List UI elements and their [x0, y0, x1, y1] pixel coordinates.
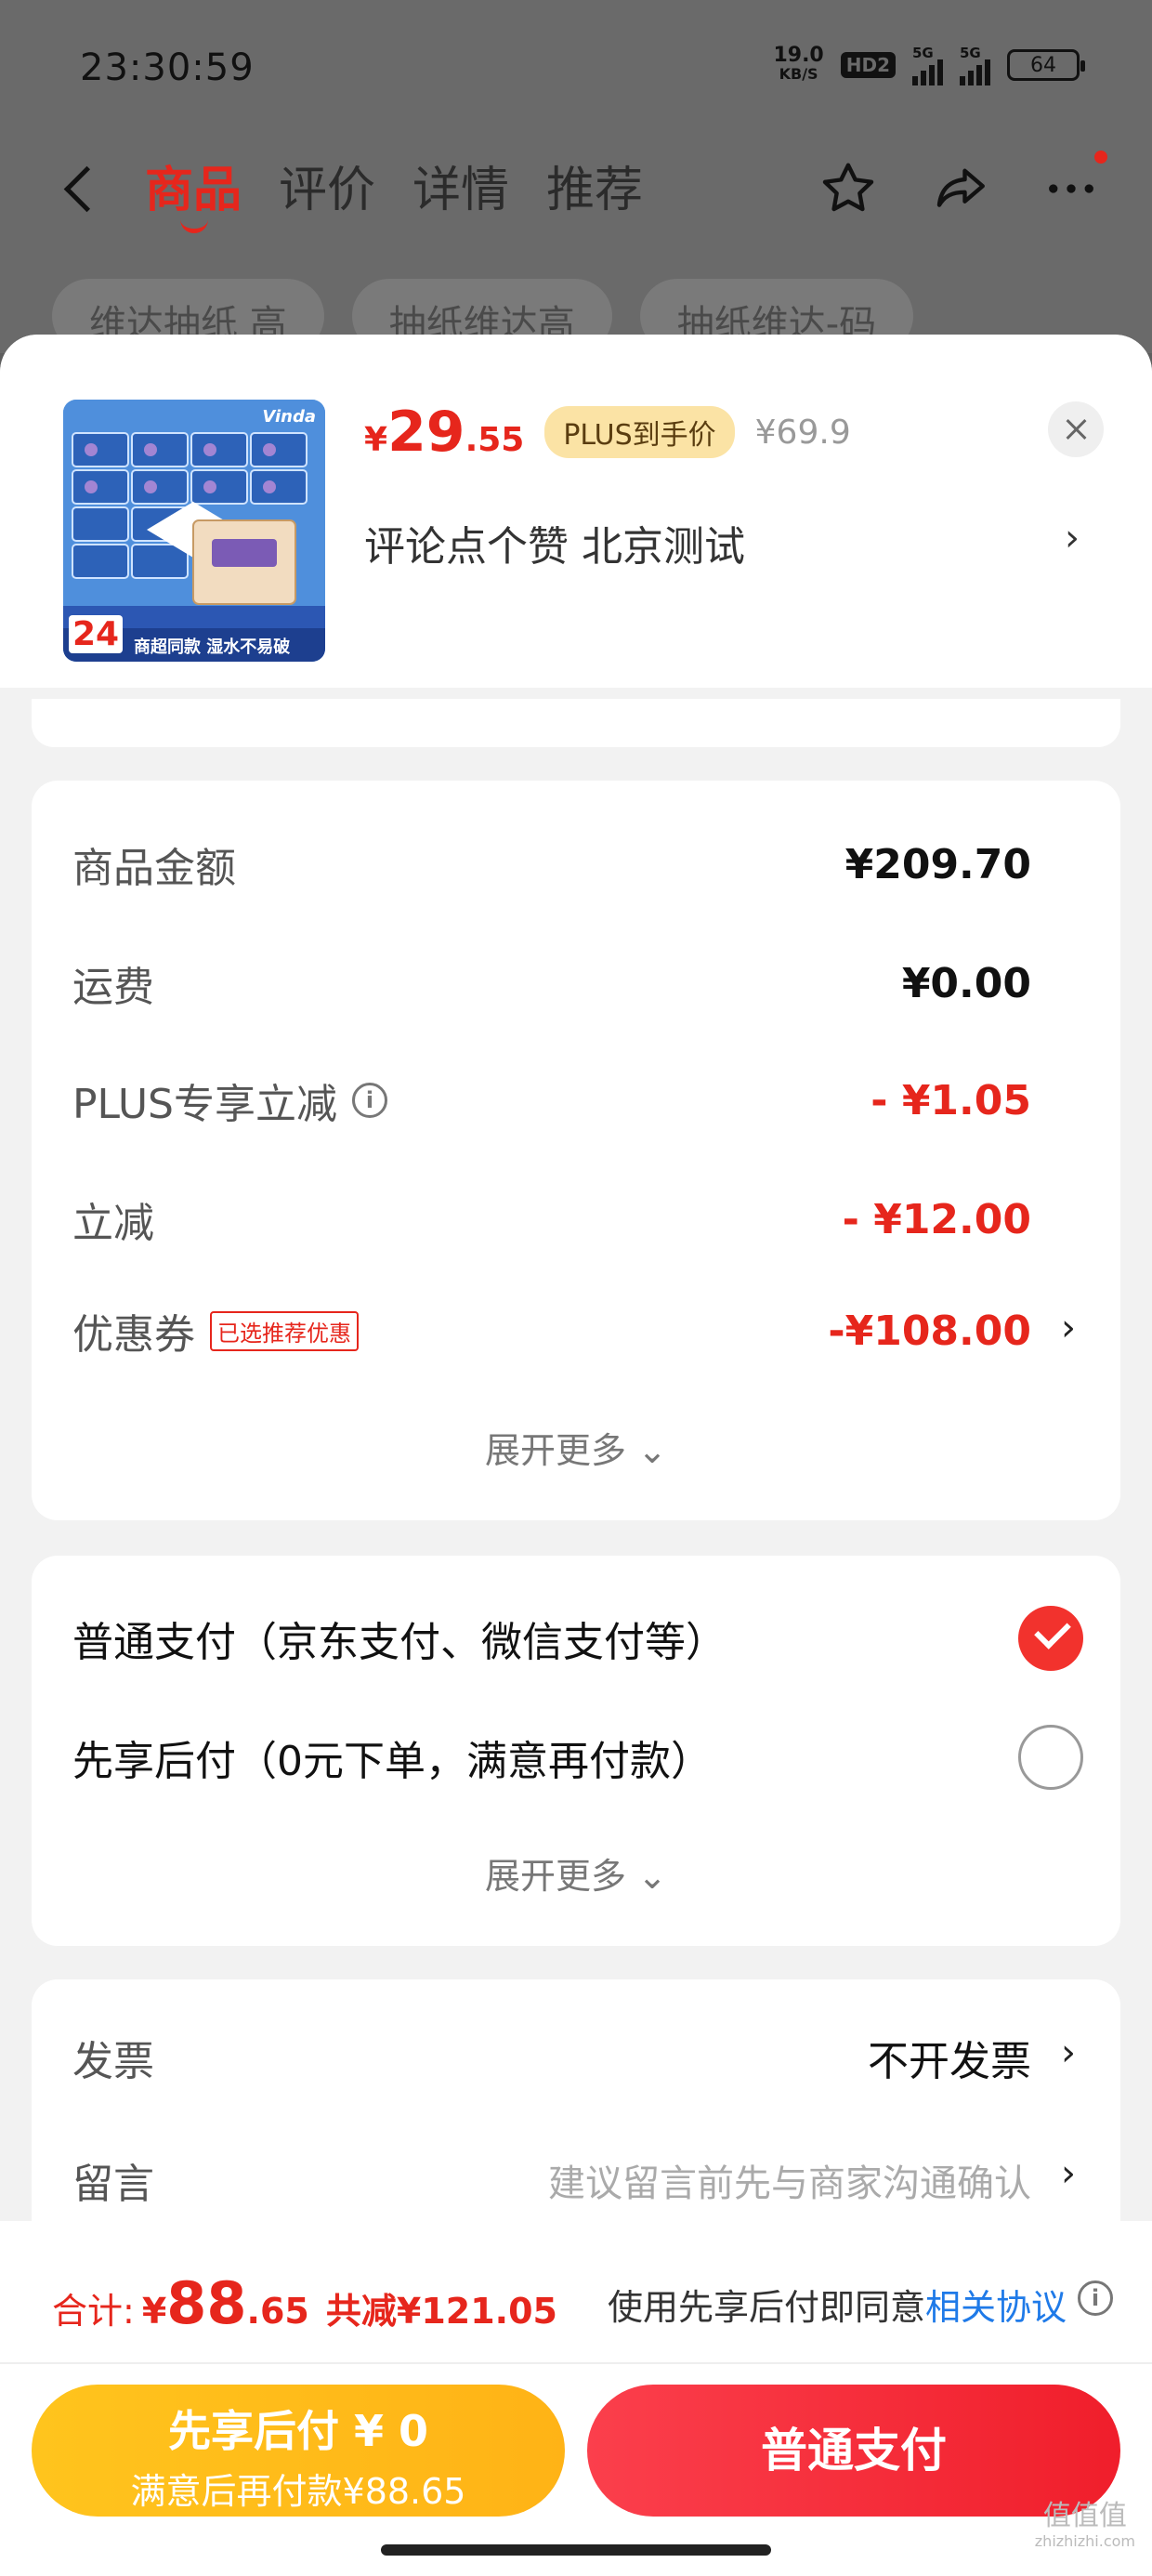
signal-icon: 5G — [960, 45, 990, 85]
more-icon[interactable] — [1041, 151, 1107, 219]
original-price: ¥69.9 — [754, 413, 851, 452]
coupon-tag: 已选推荐优惠 — [210, 1310, 359, 1351]
net-speed: 19.0 KB/S — [773, 44, 824, 84]
radio-button[interactable] — [1018, 1725, 1083, 1790]
notification-dot — [1094, 151, 1107, 164]
plus-price-badge: PLUS到手价 — [544, 406, 735, 458]
chevron-right-icon[interactable]: › — [1061, 2031, 1076, 2074]
image-count: 24 — [69, 615, 124, 653]
tab-product[interactable]: 商品 — [145, 151, 242, 233]
order-total: 合计: ¥ 88 .65 共减¥121.05 — [52, 2269, 557, 2337]
watermark-logo: 值值值 zhizhizhi.com — [1034, 2500, 1135, 2550]
hd-icon: HD2 — [840, 52, 896, 78]
checked-icon[interactable] — [1018, 1606, 1083, 1671]
instant-discount-row: 立减 - ¥12.00 — [72, 1195, 1031, 1248]
card-remnant — [32, 699, 1120, 747]
payment-option-normal[interactable]: 普通支付（京东支付、微信支付等） — [72, 1606, 1083, 1671]
home-indicator[interactable] — [381, 2544, 771, 2556]
product-price: ¥29.55 — [364, 400, 525, 465]
checkout-footer: 合计: ¥ 88 .65 共减¥121.05 使用先享后付即同意相关协议 i 先… — [0, 2221, 1152, 2576]
agreement-text: 使用先享后付即同意相关协议 — [607, 2287, 1067, 2328]
total-saved: 共减¥121.05 — [325, 2291, 557, 2332]
plus-discount-row: PLUS专享立减 i - ¥1.05 — [72, 1076, 1031, 1129]
star-icon[interactable] — [818, 158, 879, 219]
product-image: Vinda 24 商超同款 湿水不易破 — [63, 400, 325, 662]
chevron-right-icon[interactable]: › — [1061, 2152, 1076, 2195]
chevron-right-icon[interactable]: › — [1061, 1307, 1076, 1349]
share-icon[interactable] — [929, 158, 990, 219]
payment-card: 普通支付（京东支付、微信支付等） 先享后付（0元下单，满意再付款） 展开更多 ⌄ — [32, 1556, 1120, 1946]
image-brand: Vinda — [262, 407, 316, 427]
normal-pay-button[interactable]: 普通支付 — [587, 2385, 1120, 2517]
agreement-link[interactable]: 相关协议 — [925, 2287, 1067, 2328]
pay-later-button[interactable]: 先享后付 ¥ 0 满意后再付款¥88.65 — [32, 2385, 565, 2517]
page: 23:30:59 19.0 KB/S HD2 5G 5G 64 商品 评价 详情… — [0, 0, 1152, 2576]
nav-bar: 商品 评价 详情 推荐 — [0, 139, 1152, 242]
status-bar: 23:30:59 19.0 KB/S HD2 5G 5G 64 — [0, 0, 1152, 130]
coupon-row[interactable]: 优惠券 已选推荐优惠 -¥108.00 — [72, 1301, 1031, 1360]
product-header: Vinda 24 商超同款 湿水不易破 ¥29.55 PLUS到手价 ¥69.9… — [0, 335, 1152, 688]
nav-tabs: 商品 评价 详情 推荐 — [145, 151, 643, 233]
info-icon[interactable]: i — [1078, 2280, 1113, 2316]
product-spec[interactable]: 评论点个赞 北京测试 — [364, 513, 745, 572]
tab-reviews[interactable]: 评价 — [279, 151, 375, 220]
info-icon[interactable]: i — [352, 1083, 387, 1118]
payment-option-later[interactable]: 先享后付（0元下单，满意再付款） — [72, 1725, 1083, 1790]
back-icon[interactable] — [58, 160, 104, 216]
status-right: 19.0 KB/S HD2 5G 5G 64 — [773, 44, 1085, 85]
divider — [0, 2362, 1152, 2364]
image-bottom-text: 商超同款 湿水不易破 — [134, 637, 291, 657]
close-icon[interactable] — [1048, 401, 1104, 457]
amount-card: 商品金额 ¥209.70 运费 ¥0.00 PLUS专享立减 i - ¥1.05 … — [32, 781, 1120, 1520]
expand-more-button[interactable]: 展开更多 ⌄ — [32, 1422, 1120, 1473]
invoice-row[interactable]: 发票 不开发票 — [72, 2028, 1031, 2087]
battery-icon: 64 — [1007, 49, 1085, 81]
status-time: 23:30:59 — [80, 46, 255, 89]
memo-input[interactable]: 建议留言前先与商家沟通确认 — [548, 2153, 1031, 2207]
price-row: ¥29.55 PLUS到手价 ¥69.9 — [364, 400, 851, 465]
checkout-sheet: Vinda 24 商超同款 湿水不易破 ¥29.55 PLUS到手价 ¥69.9… — [0, 335, 1152, 2576]
tab-recommend[interactable]: 推荐 — [546, 151, 643, 220]
chevron-right-icon[interactable]: › — [1065, 517, 1080, 559]
memo-row[interactable]: 留言 建议留言前先与商家沟通确认 — [72, 2150, 1031, 2210]
tab-details[interactable]: 详情 — [412, 151, 509, 220]
shipping-row: 运费 ¥0.00 — [72, 959, 1031, 1012]
extras-card: 发票 不开发票 › 留言 建议留言前先与商家沟通确认 › — [32, 1979, 1120, 2258]
expand-more-button[interactable]: 展开更多 ⌄ — [32, 1847, 1120, 1899]
goods-amount-row: 商品金额 ¥209.70 — [72, 840, 1031, 893]
nav-icons — [818, 151, 1107, 219]
signal-icon: 5G — [912, 45, 943, 85]
